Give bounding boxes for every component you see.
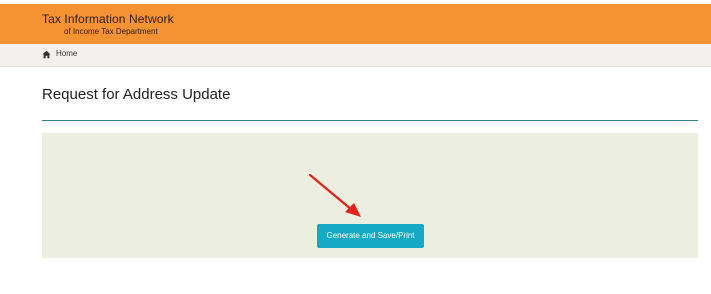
- page-title: Request for Address Update: [42, 86, 231, 103]
- site-title[interactable]: Tax Information Network: [42, 12, 174, 26]
- home-icon[interactable]: [42, 50, 51, 59]
- annotation-arrow-icon: [308, 173, 361, 217]
- site-header: Tax Information Network of Income Tax De…: [0, 4, 711, 44]
- site-subtitle: of Income Tax Department: [64, 27, 158, 36]
- generate-save-print-button[interactable]: Generate and Save/Print: [317, 224, 424, 248]
- breadcrumb: Home: [0, 44, 711, 67]
- title-divider: [42, 120, 698, 121]
- breadcrumb-home-link[interactable]: Home: [56, 49, 77, 58]
